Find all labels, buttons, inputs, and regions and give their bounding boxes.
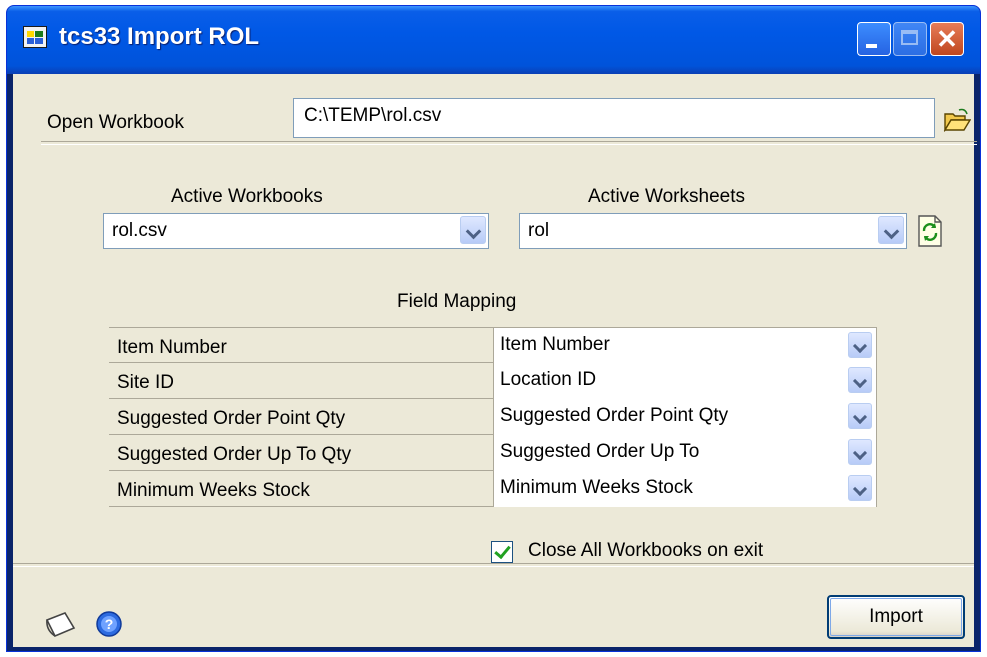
help-icon[interactable]: ? (95, 610, 123, 638)
mapping-field-label: Suggested Order Point Qty (117, 408, 346, 429)
mapping-value: Suggested Order Up To (500, 441, 700, 462)
active-worksheets-value: rol (528, 220, 550, 241)
title-bar[interactable]: tcs33 Import ROL ✕ (7, 6, 980, 74)
active-worksheets-label: Active Worksheets (588, 186, 745, 207)
mapping-value: Location ID (500, 369, 597, 390)
chevron-down-icon[interactable] (848, 332, 872, 358)
field-mapping-title: Field Mapping (397, 291, 517, 312)
refresh-icon[interactable] (915, 214, 945, 248)
chevron-down-icon[interactable] (460, 216, 486, 244)
close-button[interactable]: ✕ (930, 22, 964, 56)
mapping-value: Minimum Weeks Stock (500, 477, 693, 498)
footer-separator (13, 563, 974, 567)
active-workbooks-value: rol.csv (112, 220, 167, 241)
import-button[interactable]: Import (827, 595, 965, 639)
chevron-down-icon[interactable] (848, 439, 872, 465)
mapping-value: Item Number (500, 334, 610, 355)
chevron-down-icon[interactable] (848, 403, 872, 429)
close-all-checkbox[interactable] (491, 541, 513, 563)
open-folder-icon[interactable] (943, 108, 971, 132)
mapping-field-label: Item Number (117, 337, 227, 358)
mapping-select[interactable]: Item Number (493, 328, 877, 364)
active-workbooks-label: Active Workbooks (171, 186, 323, 207)
mapping-field-label: Minimum Weeks Stock (117, 480, 310, 501)
mapping-select[interactable]: Suggested Order Up To (493, 435, 877, 471)
dialog-body: Open Workbook C:\TEMP\rol.csv Active Wor… (13, 74, 977, 647)
separator (41, 141, 977, 145)
minimize-button[interactable] (857, 22, 891, 56)
mapping-select[interactable]: Location ID (493, 363, 877, 399)
mapping-value: Suggested Order Point Qty (500, 405, 729, 426)
chevron-down-icon[interactable] (848, 367, 872, 393)
mapping-row: Suggested Order Up To Qty Suggested Orde… (109, 435, 877, 471)
mapping-select[interactable]: Suggested Order Point Qty (493, 399, 877, 435)
chevron-down-icon[interactable] (878, 216, 904, 244)
mapping-row: Minimum Weeks Stock Minimum Weeks Stock (109, 471, 877, 507)
mapping-row: Suggested Order Point Qty Suggested Orde… (109, 399, 877, 435)
import-rol-window: tcs33 Import ROL ✕ Open Workbook C:\TEMP… (6, 5, 981, 652)
mapping-field-label: Site ID (117, 372, 175, 393)
maximize-button[interactable] (893, 22, 927, 56)
mapping-row: Site ID Location ID (109, 363, 877, 399)
close-all-label[interactable]: Close All Workbooks on exit (528, 540, 763, 562)
active-worksheets-select[interactable]: rol (519, 213, 907, 249)
open-workbook-label: Open Workbook (47, 112, 184, 133)
checkmark-icon (494, 541, 511, 560)
app-icon (23, 26, 47, 48)
window-title: tcs33 Import ROL (59, 23, 260, 50)
workbook-path-field[interactable]: C:\TEMP\rol.csv (293, 98, 935, 138)
svg-text:?: ? (105, 616, 114, 632)
mapping-field-label: Suggested Order Up To Qty (117, 444, 352, 465)
note-icon[interactable] (43, 610, 77, 640)
mapping-row: Item Number Item Number (109, 327, 877, 364)
mapping-select[interactable]: Minimum Weeks Stock (493, 471, 877, 507)
chevron-down-icon[interactable] (848, 475, 872, 501)
active-workbooks-select[interactable]: rol.csv (103, 213, 489, 249)
close-icon: ✕ (936, 24, 958, 54)
